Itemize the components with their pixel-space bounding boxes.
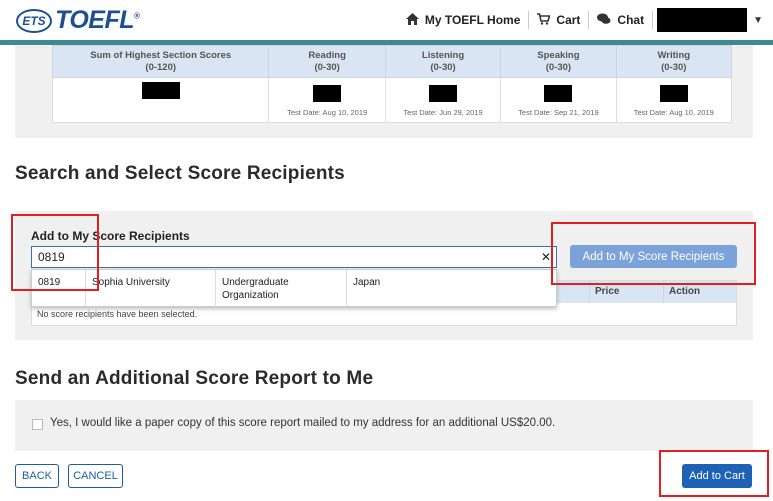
cell-writing-score: Test Date: Aug 10, 2019 bbox=[615, 77, 733, 123]
toefl-wordmark: TOEFL® bbox=[55, 6, 140, 35]
col-sum-range: (0-120) bbox=[145, 61, 177, 73]
col-speaking-range: (0-30) bbox=[545, 61, 572, 73]
speaking-test-date: Test Date: Sep 21, 2019 bbox=[518, 108, 599, 117]
suggestion-divider-2 bbox=[215, 270, 216, 307]
col-sum-title: Sum of Highest Section Scores bbox=[90, 49, 232, 61]
score-table-header: Sum of Highest Section Scores (0-120) Rea… bbox=[51, 45, 733, 78]
top-nav: My TOEFL Home Cart Chat ▼ bbox=[398, 0, 773, 40]
suggestion-type-line2: Organization bbox=[222, 290, 279, 301]
col-listening-range: (0-30) bbox=[430, 61, 456, 73]
col-reading-title: Reading bbox=[308, 49, 346, 61]
paper-copy-label[interactable]: Yes, I would like a paper copy of this s… bbox=[50, 417, 555, 429]
nav-label-home: My TOEFL Home bbox=[424, 13, 521, 27]
redacted-total-score bbox=[141, 82, 180, 99]
suggestion-divider-1 bbox=[85, 270, 86, 307]
header-divider-5 bbox=[663, 281, 664, 303]
suggestion-divider-3 bbox=[346, 270, 347, 307]
col-reading-range: (0-30) bbox=[314, 61, 340, 73]
suggestion-type-line1: Undergraduate bbox=[222, 277, 289, 288]
toefl-logo[interactable]: ETS TOEFL® bbox=[16, 6, 140, 35]
price-column-header: Price bbox=[595, 286, 620, 297]
writing-test-date: Test Date: Aug 10, 2019 bbox=[633, 108, 714, 117]
add-to-score-recipients-button[interactable]: Add to My Score Recipients bbox=[570, 245, 737, 268]
home-icon bbox=[405, 12, 419, 28]
suggestion-code: 0819 bbox=[38, 277, 61, 288]
recipients-section-title: Search and Select Score Recipients bbox=[15, 163, 345, 184]
top-header: ETS TOEFL® My TOEFL Home Cart Chat ▼ bbox=[0, 0, 773, 40]
suggestion-item[interactable]: 0819 Sophia University Undergraduate Orga… bbox=[32, 270, 556, 307]
nav-label-chat: Chat bbox=[617, 13, 645, 27]
col-writing-range: (0-30) bbox=[661, 61, 687, 73]
col-listening-title: Listening bbox=[421, 49, 465, 61]
add-recipients-label: Add to My Score Recipients bbox=[31, 229, 190, 243]
user-name-redacted[interactable] bbox=[657, 8, 748, 32]
col-writing-header: Writing (0-30) bbox=[615, 45, 733, 78]
paper-report-section-title: Send an Additional Score Report to Me bbox=[15, 368, 374, 389]
col-speaking-header: Speaking (0-30) bbox=[500, 45, 617, 78]
paper-report-panel: Yes, I would like a paper copy of this s… bbox=[15, 400, 753, 451]
recipient-suggestions-dropdown: 0819 Sophia University Undergraduate Orga… bbox=[31, 269, 557, 307]
col-writing-title: Writing bbox=[657, 49, 691, 61]
cart-icon bbox=[537, 12, 551, 28]
nav-my-toefl-home[interactable]: My TOEFL Home bbox=[398, 11, 530, 29]
ets-logo-mark: ETS bbox=[16, 8, 52, 33]
redacted-reading-score bbox=[313, 85, 342, 102]
cell-reading-score: Test Date: Aug 10, 2019 bbox=[268, 77, 386, 123]
suggestion-type: Undergraduate Organization bbox=[222, 276, 289, 302]
toefl-wordmark-text: TOEFL bbox=[55, 6, 134, 34]
score-table-row: Test Date: Aug 10, 2019 Test Date: Jun 2… bbox=[51, 77, 733, 123]
col-sum-header: Sum of Highest Section Scores (0-120) bbox=[51, 45, 270, 78]
registered-mark: ® bbox=[133, 11, 140, 21]
nav-chat[interactable]: Chat bbox=[589, 11, 654, 29]
score-table: Sum of Highest Section Scores (0-120) Rea… bbox=[51, 45, 733, 123]
cancel-button[interactable]: CANCEL bbox=[68, 464, 123, 488]
col-speaking-title: Speaking bbox=[537, 49, 580, 61]
score-summary-panel: Sum of Highest Section Scores (0-120) Rea… bbox=[15, 45, 753, 138]
nav-label-cart: Cart bbox=[556, 13, 581, 27]
listening-test-date: Test Date: Jun 29, 2019 bbox=[403, 108, 483, 117]
clear-search-icon[interactable]: ✕ bbox=[541, 250, 551, 264]
suggestion-country: Japan bbox=[353, 277, 381, 288]
recipient-search-input[interactable] bbox=[31, 246, 557, 268]
paper-copy-checkbox[interactable] bbox=[32, 419, 43, 430]
reading-test-date: Test Date: Aug 10, 2019 bbox=[287, 108, 368, 117]
back-button[interactable]: BACK bbox=[15, 464, 59, 488]
chevron-down-icon[interactable]: ▼ bbox=[753, 15, 763, 26]
nav-cart[interactable]: Cart bbox=[529, 11, 590, 29]
col-reading-header: Reading (0-30) bbox=[268, 45, 386, 78]
header-divider-4 bbox=[589, 281, 590, 303]
no-recipients-message: No score recipients have been selected. bbox=[37, 309, 198, 319]
action-column-header: Action bbox=[669, 286, 701, 297]
cell-sum-score bbox=[51, 77, 270, 123]
col-listening-header: Listening (0-30) bbox=[384, 45, 502, 78]
redacted-speaking-score bbox=[544, 85, 573, 102]
add-to-cart-button[interactable]: Add to Cart bbox=[682, 464, 752, 488]
redacted-writing-score bbox=[659, 85, 688, 102]
suggestion-name: Sophia University bbox=[92, 277, 170, 288]
cell-speaking-score: Test Date: Sep 21, 2019 bbox=[500, 77, 617, 123]
cell-listening-score: Test Date: Jun 29, 2019 bbox=[384, 77, 502, 123]
redacted-listening-score bbox=[429, 85, 458, 102]
chat-icon bbox=[597, 13, 611, 28]
